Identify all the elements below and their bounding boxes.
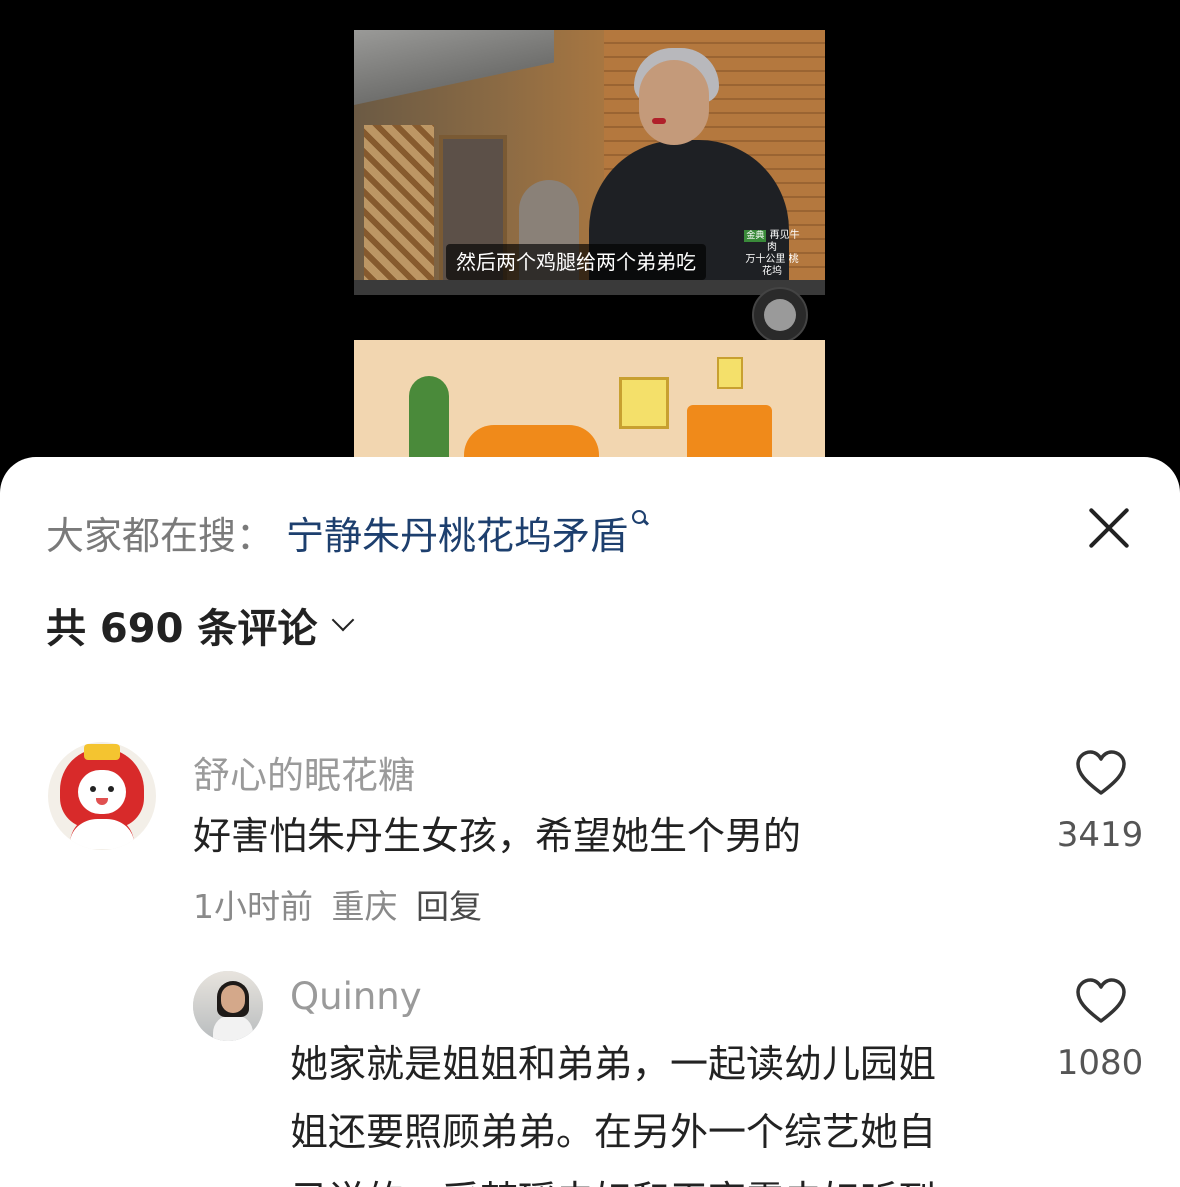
next-video-preview[interactable] bbox=[354, 340, 825, 470]
comment-meta: 1小时前 重庆 回复 bbox=[193, 880, 482, 928]
comment-location: 重庆 bbox=[331, 887, 398, 926]
comment-count-label: 共 690 条评论 bbox=[46, 606, 318, 652]
trending-search-query[interactable]: 宁静朱丹桃花坞矛盾 bbox=[286, 505, 628, 560]
floating-record-button[interactable] bbox=[752, 287, 808, 343]
comment-time: 1小时前 bbox=[193, 887, 313, 926]
comment-sheet: 大家都在搜： 宁静朱丹桃花坞矛盾 共 690 条评论 舒心的眠花糖 好害怕朱丹生… bbox=[0, 457, 1180, 1187]
heart-outline-icon[interactable] bbox=[1075, 749, 1127, 797]
comment-username[interactable]: Quinny bbox=[290, 975, 422, 1018]
comment-text[interactable]: 好害怕朱丹生女孩，希望她生个男的 bbox=[193, 802, 801, 870]
video-frame: 然后两个鸡腿给两个弟弟吃 金典 再见牛肉 万十公里 桃花坞 bbox=[354, 30, 825, 295]
chevron-down-icon bbox=[332, 608, 355, 632]
video-subtitle: 然后两个鸡腿给两个弟弟吃 bbox=[446, 244, 706, 280]
comment-text-line[interactable]: 姐还要照顾弟弟。在另外一个综艺她自 bbox=[290, 1098, 936, 1166]
video-player[interactable]: 然后两个鸡腿给两个弟弟吃 金典 再见牛肉 万十公里 桃花坞 bbox=[354, 0, 825, 470]
like-count: 3419 bbox=[1056, 815, 1144, 855]
trending-search-prefix: 大家都在搜： bbox=[46, 513, 275, 558]
avatar[interactable] bbox=[193, 971, 263, 1041]
avatar[interactable] bbox=[48, 742, 156, 850]
comment-text-line[interactable]: 己说的，采梦瑶夫妇和王亮霞夫妇听到 bbox=[290, 1166, 936, 1187]
heart-outline-icon[interactable] bbox=[1075, 977, 1127, 1025]
search-icon bbox=[632, 510, 648, 526]
reply-button[interactable]: 回复 bbox=[416, 887, 482, 926]
show-logo: 金典 再见牛肉 万十公里 桃花坞 bbox=[744, 230, 800, 277]
comment-username[interactable]: 舒心的眠花糖 bbox=[193, 745, 415, 799]
close-icon[interactable] bbox=[1086, 505, 1132, 551]
like-count: 1080 bbox=[1056, 1043, 1144, 1083]
comment-count-sort[interactable]: 共 690 条评论 bbox=[46, 597, 355, 653]
comment-text-line[interactable]: 她家就是姐姐和弟弟，一起读幼儿园姐 bbox=[290, 1030, 936, 1098]
trending-search[interactable]: 大家都在搜： 宁静朱丹桃花坞矛盾 bbox=[46, 505, 648, 560]
